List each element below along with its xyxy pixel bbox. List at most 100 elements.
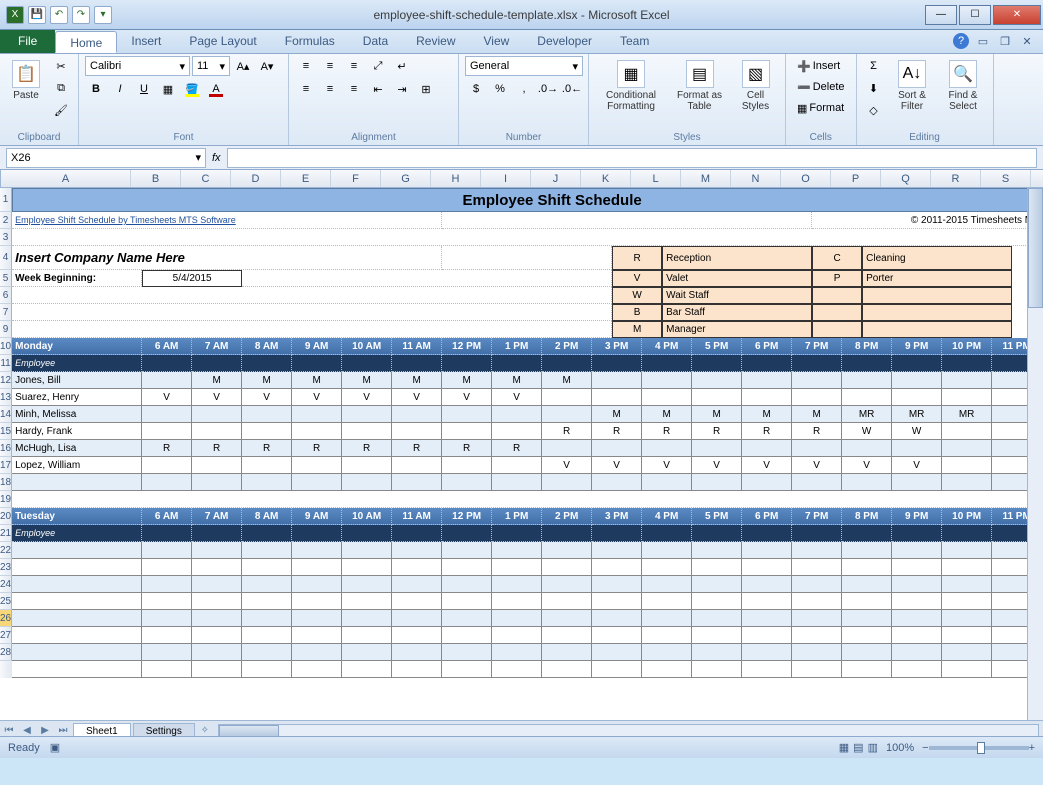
currency-button[interactable]: $ <box>465 79 487 99</box>
clear-button[interactable]: ◇ <box>863 100 885 120</box>
shift-cell[interactable] <box>842 389 892 406</box>
employee-name[interactable] <box>12 559 142 576</box>
ribbon-tab-review[interactable]: Review <box>402 30 469 53</box>
shift-cell[interactable]: V <box>292 389 342 406</box>
shift-cell[interactable] <box>442 576 492 593</box>
shift-cell[interactable] <box>342 559 392 576</box>
increase-decimal-button[interactable]: .0→ <box>537 79 559 99</box>
row-header[interactable]: 7 <box>0 304 12 321</box>
merge-button[interactable]: ⊞ <box>415 79 437 99</box>
column-header[interactable]: O <box>781 170 831 187</box>
cell[interactable] <box>592 525 642 542</box>
row-header[interactable]: 5 <box>0 270 12 287</box>
sort-filter-button[interactable]: A↓Sort & Filter <box>889 56 936 116</box>
column-header[interactable]: I <box>481 170 531 187</box>
shift-cell[interactable] <box>642 559 692 576</box>
shift-cell[interactable]: M <box>242 372 292 389</box>
shift-cell[interactable] <box>192 542 242 559</box>
shift-cell[interactable] <box>192 610 242 627</box>
shift-cell[interactable] <box>492 661 542 678</box>
hour-header[interactable]: 7 PM <box>792 338 842 355</box>
shift-cell[interactable] <box>342 576 392 593</box>
format-cells-button[interactable]: ▦ Format <box>792 98 849 118</box>
cell[interactable]: V <box>612 270 662 287</box>
shift-cell[interactable]: R <box>492 440 542 457</box>
shift-cell[interactable] <box>942 610 992 627</box>
redo-icon[interactable]: ↷ <box>72 6 90 24</box>
ribbon-tab-view[interactable]: View <box>470 30 524 53</box>
shift-cell[interactable] <box>642 474 692 491</box>
shift-cell[interactable] <box>342 457 392 474</box>
view-layout-button[interactable]: ▤ <box>853 741 863 754</box>
employee-name[interactable] <box>12 576 142 593</box>
hour-header[interactable]: 9 PM <box>892 338 942 355</box>
shift-cell[interactable] <box>392 610 442 627</box>
row-header[interactable]: 11 <box>0 355 12 372</box>
employee-name[interactable] <box>12 627 142 644</box>
shift-cell[interactable] <box>742 576 792 593</box>
shift-cell[interactable] <box>692 440 742 457</box>
employee-name[interactable]: Minh, Melissa <box>12 406 142 423</box>
hour-header[interactable]: 6 PM <box>742 508 792 525</box>
shift-cell[interactable]: R <box>192 440 242 457</box>
shift-cell[interactable] <box>242 576 292 593</box>
shift-cell[interactable] <box>442 542 492 559</box>
column-header[interactable]: H <box>431 170 481 187</box>
cell[interactable] <box>792 355 842 372</box>
column-header[interactable]: R <box>931 170 981 187</box>
shift-cell[interactable] <box>442 661 492 678</box>
shift-cell[interactable] <box>692 627 742 644</box>
shift-cell[interactable] <box>592 576 642 593</box>
close-button[interactable]: ✕ <box>993 5 1041 25</box>
cell[interactable] <box>742 525 792 542</box>
shift-cell[interactable] <box>892 440 942 457</box>
shift-cell[interactable]: V <box>342 389 392 406</box>
shift-cell[interactable] <box>392 474 442 491</box>
shift-cell[interactable] <box>592 559 642 576</box>
row-header[interactable]: 12 <box>0 372 12 389</box>
shift-cell[interactable] <box>892 661 942 678</box>
cell-styles-button[interactable]: ▧Cell Styles <box>732 56 779 116</box>
shift-cell[interactable] <box>792 474 842 491</box>
shift-cell[interactable] <box>392 627 442 644</box>
shift-cell[interactable]: R <box>392 440 442 457</box>
hour-header[interactable]: 5 PM <box>692 508 742 525</box>
row-header[interactable]: 20 <box>0 508 12 525</box>
shift-cell[interactable]: MR <box>942 406 992 423</box>
align-right-button[interactable]: ≡ <box>343 79 365 99</box>
shift-cell[interactable] <box>442 644 492 661</box>
increase-indent-button[interactable]: ⇥ <box>391 79 413 99</box>
shift-cell[interactable] <box>942 644 992 661</box>
shift-cell[interactable] <box>842 661 892 678</box>
shift-cell[interactable] <box>142 542 192 559</box>
percent-button[interactable]: % <box>489 79 511 99</box>
row-header[interactable]: 10 <box>0 338 12 355</box>
shift-cell[interactable] <box>242 542 292 559</box>
shift-cell[interactable] <box>192 593 242 610</box>
shift-cell[interactable] <box>742 593 792 610</box>
shift-cell[interactable] <box>142 627 192 644</box>
shift-cell[interactable]: M <box>292 372 342 389</box>
shift-cell[interactable]: M <box>392 372 442 389</box>
shift-cell[interactable]: MR <box>892 406 942 423</box>
shift-cell[interactable] <box>492 406 542 423</box>
employee-header[interactable]: Employee <box>12 525 142 542</box>
shift-cell[interactable]: MR <box>842 406 892 423</box>
shift-cell[interactable] <box>142 423 192 440</box>
cell[interactable] <box>12 287 612 304</box>
hour-header[interactable]: 7 AM <box>192 508 242 525</box>
row-header[interactable]: 1 <box>0 188 12 212</box>
row-header[interactable]: 2 <box>0 212 12 229</box>
shift-cell[interactable] <box>892 372 942 389</box>
cell[interactable] <box>742 355 792 372</box>
shift-cell[interactable]: R <box>442 440 492 457</box>
shift-cell[interactable]: R <box>142 440 192 457</box>
column-header[interactable]: K <box>581 170 631 187</box>
shift-cell[interactable] <box>642 372 692 389</box>
shift-cell[interactable] <box>242 406 292 423</box>
shift-cell[interactable] <box>742 474 792 491</box>
shift-cell[interactable]: M <box>442 372 492 389</box>
shift-cell[interactable] <box>892 644 942 661</box>
shift-cell[interactable] <box>592 610 642 627</box>
shift-cell[interactable]: W <box>892 423 942 440</box>
